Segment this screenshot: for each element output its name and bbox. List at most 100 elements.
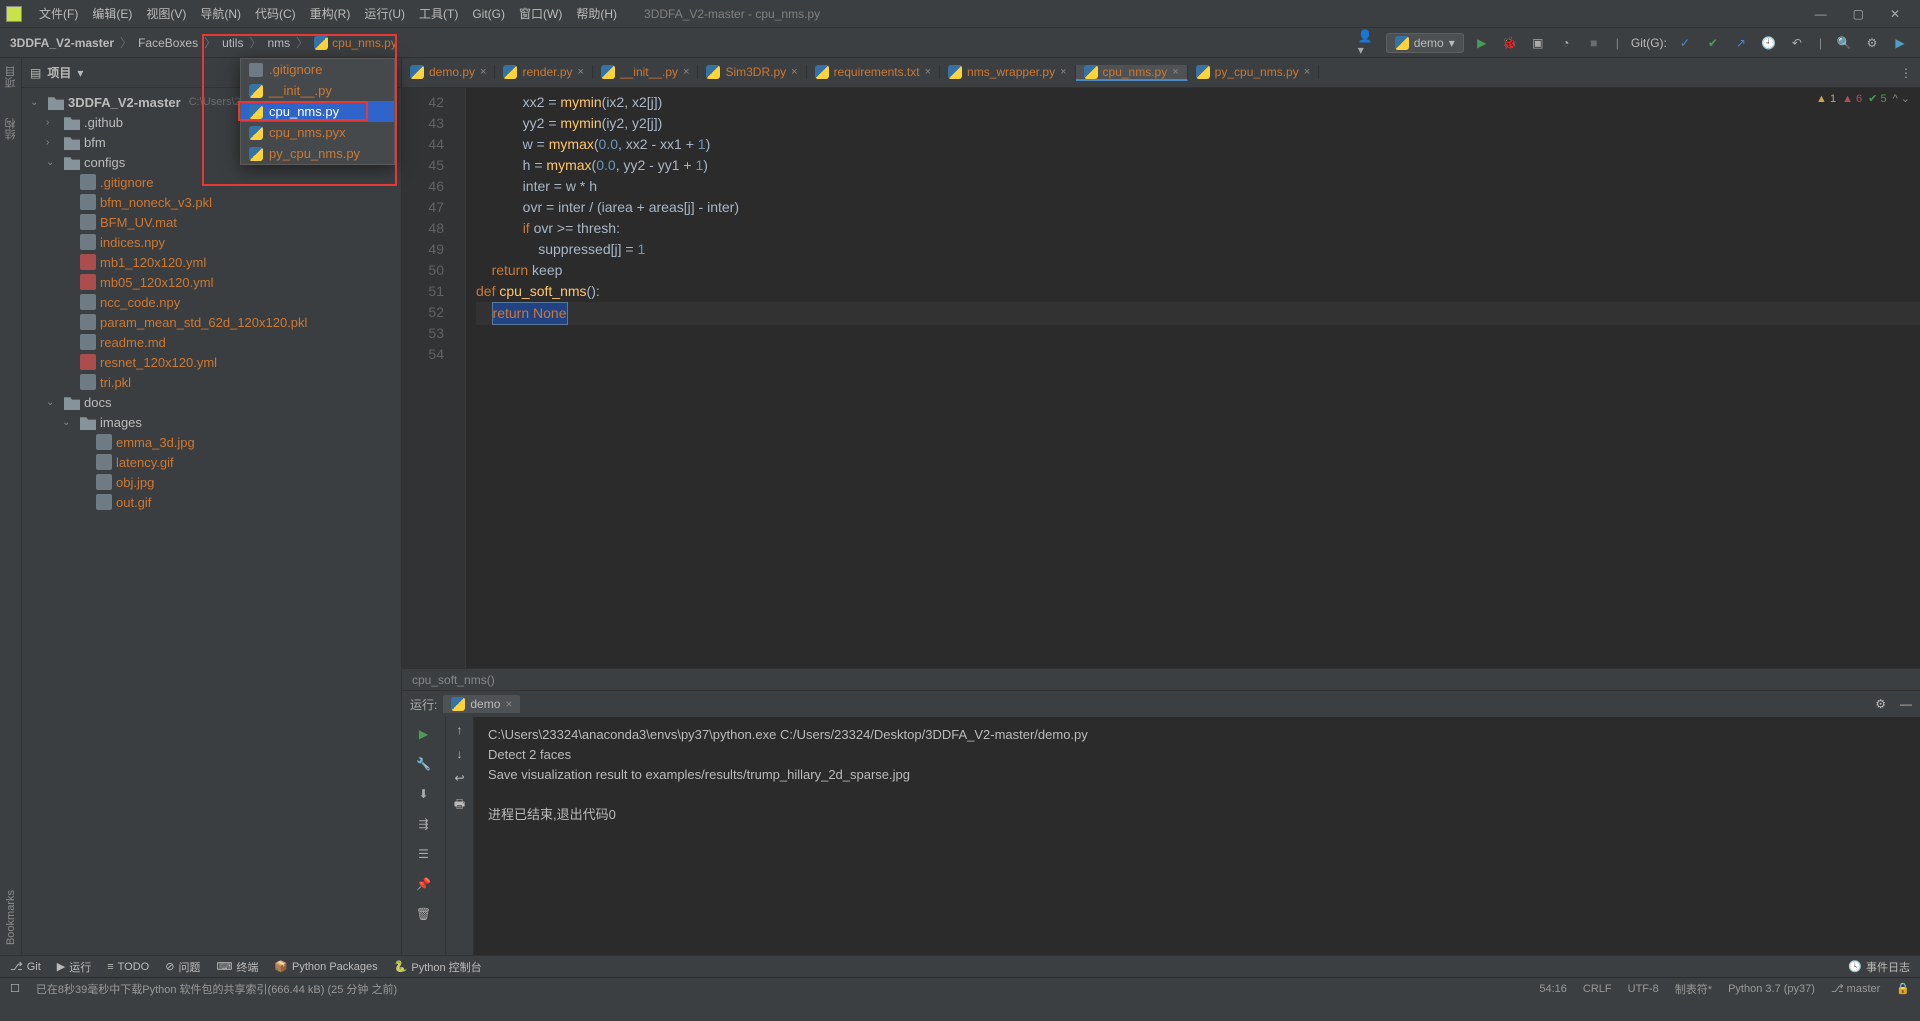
menu-view[interactable]: 视图(V) bbox=[139, 5, 193, 22]
crumb-3[interactable]: nms bbox=[267, 36, 290, 50]
window-maximize-icon[interactable]: ▢ bbox=[1853, 7, 1864, 21]
scroll-to-bottom-icon[interactable]: ↓ bbox=[457, 747, 463, 761]
git-branch[interactable]: ⎇ master bbox=[1831, 982, 1880, 995]
editor-tab[interactable]: Sim3DR.py× bbox=[698, 65, 806, 79]
git-commit-icon[interactable]: ✔ bbox=[1703, 33, 1723, 53]
crumb-0[interactable]: 3DDFA_V2-master bbox=[10, 36, 114, 50]
menu-window[interactable]: 窗口(W) bbox=[512, 5, 569, 22]
editor-tab[interactable]: nms_wrapper.py× bbox=[940, 65, 1075, 79]
search-icon[interactable]: 🔍 bbox=[1834, 33, 1854, 53]
tool-terminal[interactable]: ⌨ 终端 bbox=[216, 959, 258, 975]
tree-item[interactable]: mb1_120x120.yml bbox=[22, 252, 401, 272]
tree-item[interactable]: ⌄images bbox=[22, 412, 401, 432]
code-editor[interactable]: 42434445464748495051525354 xx2 = mymin(i… bbox=[402, 88, 1920, 668]
close-icon[interactable]: × bbox=[1304, 66, 1310, 78]
tool-git[interactable]: ⎇ Git bbox=[10, 960, 41, 973]
rerun-icon[interactable]: ▶ bbox=[413, 723, 435, 745]
python-interpreter[interactable]: Python 3.7 (py37) bbox=[1728, 983, 1815, 995]
line-separator[interactable]: CRLF bbox=[1583, 983, 1612, 995]
coverage-button-icon[interactable]: ▣ bbox=[1528, 33, 1548, 53]
tree-item[interactable]: out.gif bbox=[22, 492, 401, 512]
tree-item[interactable]: BFM_UV.mat bbox=[22, 212, 401, 232]
stop-button-icon[interactable]: ■ bbox=[1584, 33, 1604, 53]
tool-run[interactable]: ▶ 运行 bbox=[57, 959, 91, 975]
tree-item[interactable]: bfm_noneck_v3.pkl bbox=[22, 192, 401, 212]
project-tool-button[interactable]: 项目 bbox=[3, 66, 19, 88]
project-view-dropdown-icon[interactable]: ▾ bbox=[77, 66, 83, 80]
git-history-icon[interactable]: 🕘 bbox=[1759, 33, 1779, 53]
tree-item[interactable]: readme.md bbox=[22, 332, 401, 352]
inspection-badges[interactable]: ▲ 1 ▲ 6 ✔ 5 ^ ⌄ bbox=[1816, 92, 1910, 105]
popup-item[interactable]: cpu_nms.pyx bbox=[241, 122, 394, 143]
current-function[interactable]: cpu_soft_nms() bbox=[412, 673, 495, 687]
menu-navigate[interactable]: 导航(N) bbox=[193, 5, 248, 22]
ide-features-icon[interactable]: ▶ bbox=[1890, 33, 1910, 53]
file-encoding[interactable]: UTF-8 bbox=[1628, 983, 1659, 995]
close-icon[interactable]: × bbox=[791, 66, 797, 78]
menu-help[interactable]: 帮助(H) bbox=[569, 5, 624, 22]
popup-item[interactable]: cpu_nms.py bbox=[241, 101, 394, 122]
run-wrench-icon[interactable]: 🔧 bbox=[413, 753, 435, 775]
menu-tools[interactable]: 工具(T) bbox=[412, 5, 465, 22]
crumb-1[interactable]: FaceBoxes bbox=[138, 36, 198, 50]
warning-icon[interactable]: ▲ 1 bbox=[1816, 93, 1836, 105]
structure-tool-button[interactable]: 结构 bbox=[3, 118, 19, 140]
indent-style[interactable]: 制表符* bbox=[1675, 981, 1712, 997]
tool-event-log[interactable]: 🕓 事件日志 bbox=[1848, 959, 1910, 975]
tree-item[interactable]: emma_3d.jpg bbox=[22, 432, 401, 452]
tree-item[interactable]: mb05_120x120.yml bbox=[22, 272, 401, 292]
print-icon[interactable]: 🖶 bbox=[454, 795, 465, 816]
soft-wrap-icon[interactable]: ↩ bbox=[454, 771, 464, 785]
run-down-icon[interactable]: ⬇ bbox=[413, 783, 435, 805]
tree-item[interactable]: .gitignore bbox=[22, 172, 401, 192]
user-icon[interactable]: 👤▾ bbox=[1358, 33, 1378, 53]
tree-item[interactable]: resnet_120x120.yml bbox=[22, 352, 401, 372]
run-config-selector[interactable]: demo ▾ bbox=[1386, 33, 1464, 53]
run-filter-icon[interactable]: ☰ bbox=[413, 843, 435, 865]
close-icon[interactable]: × bbox=[578, 66, 584, 78]
run-tab-demo[interactable]: demo × bbox=[443, 695, 520, 713]
menu-edit[interactable]: 编辑(E) bbox=[85, 5, 139, 22]
crumb-current[interactable]: cpu_nms.py bbox=[332, 36, 397, 50]
editor-tab[interactable]: cpu_nms.py× bbox=[1076, 65, 1188, 81]
project-tree[interactable]: ⌄ 3DDFA_V2-master C:\Users\23324\...\V2-… bbox=[22, 88, 401, 955]
run-settings-icon[interactable]: ⚙ bbox=[1875, 697, 1886, 711]
window-close-icon[interactable]: ✕ bbox=[1890, 7, 1900, 21]
tree-item[interactable]: ncc_code.npy bbox=[22, 292, 401, 312]
editor-tab[interactable]: demo.py× bbox=[402, 65, 495, 79]
menu-refactor[interactable]: 重构(R) bbox=[303, 5, 358, 22]
run-trash-icon[interactable]: 🗑 bbox=[413, 903, 435, 925]
run-hide-icon[interactable]: — bbox=[1900, 697, 1912, 711]
tool-python-packages[interactable]: 📦 Python Packages bbox=[274, 960, 377, 973]
close-icon[interactable]: × bbox=[1060, 66, 1066, 78]
run-pin-icon[interactable]: 📌 bbox=[413, 873, 435, 895]
code-content[interactable]: xx2 = mymin(ix2, x2[j]) yy2 = mymin(iy2,… bbox=[466, 88, 1920, 668]
editor-tab[interactable]: py_cpu_nms.py× bbox=[1188, 65, 1319, 79]
nav-arrows-icon[interactable]: ^ ⌄ bbox=[1893, 92, 1910, 105]
run-button-icon[interactable]: ▶ bbox=[1472, 33, 1492, 53]
debug-button-icon[interactable]: 🐞 bbox=[1500, 33, 1520, 53]
tree-item[interactable]: ⌄docs bbox=[22, 392, 401, 412]
run-layout-icon[interactable]: ⇶ bbox=[413, 813, 435, 835]
run-output[interactable]: C:\Users\23324\anaconda3\envs\py37\pytho… bbox=[474, 717, 1920, 955]
menu-file[interactable]: 文件(F) bbox=[32, 5, 85, 22]
settings-icon[interactable]: ⚙ bbox=[1862, 33, 1882, 53]
git-revert-icon[interactable]: ↶ bbox=[1787, 33, 1807, 53]
breadcrumb-popup[interactable]: .gitignore__init__.pycpu_nms.pycpu_nms.p… bbox=[240, 58, 395, 165]
lock-icon[interactable]: 🔒 bbox=[1896, 982, 1910, 995]
close-icon[interactable]: × bbox=[480, 66, 486, 78]
cursor-position[interactable]: 54:16 bbox=[1539, 983, 1567, 995]
git-push-icon[interactable]: ↗ bbox=[1731, 33, 1751, 53]
git-update-icon[interactable]: ✓ bbox=[1675, 33, 1695, 53]
editor-tab[interactable]: render.py× bbox=[495, 65, 592, 79]
close-icon[interactable]: × bbox=[1172, 66, 1178, 78]
close-icon[interactable]: × bbox=[505, 697, 512, 711]
popup-item[interactable]: py_cpu_nms.py bbox=[241, 143, 394, 164]
tool-problems[interactable]: ⊘ 问题 bbox=[165, 959, 200, 975]
scroll-to-top-icon[interactable]: ↑ bbox=[457, 723, 463, 737]
bookmarks-tool-button[interactable]: Bookmarks bbox=[5, 890, 17, 945]
tree-item[interactable]: param_mean_std_62d_120x120.pkl bbox=[22, 312, 401, 332]
menu-code[interactable]: 代码(C) bbox=[248, 5, 303, 22]
crumb-2[interactable]: utils bbox=[222, 36, 243, 50]
tree-item[interactable]: tri.pkl bbox=[22, 372, 401, 392]
